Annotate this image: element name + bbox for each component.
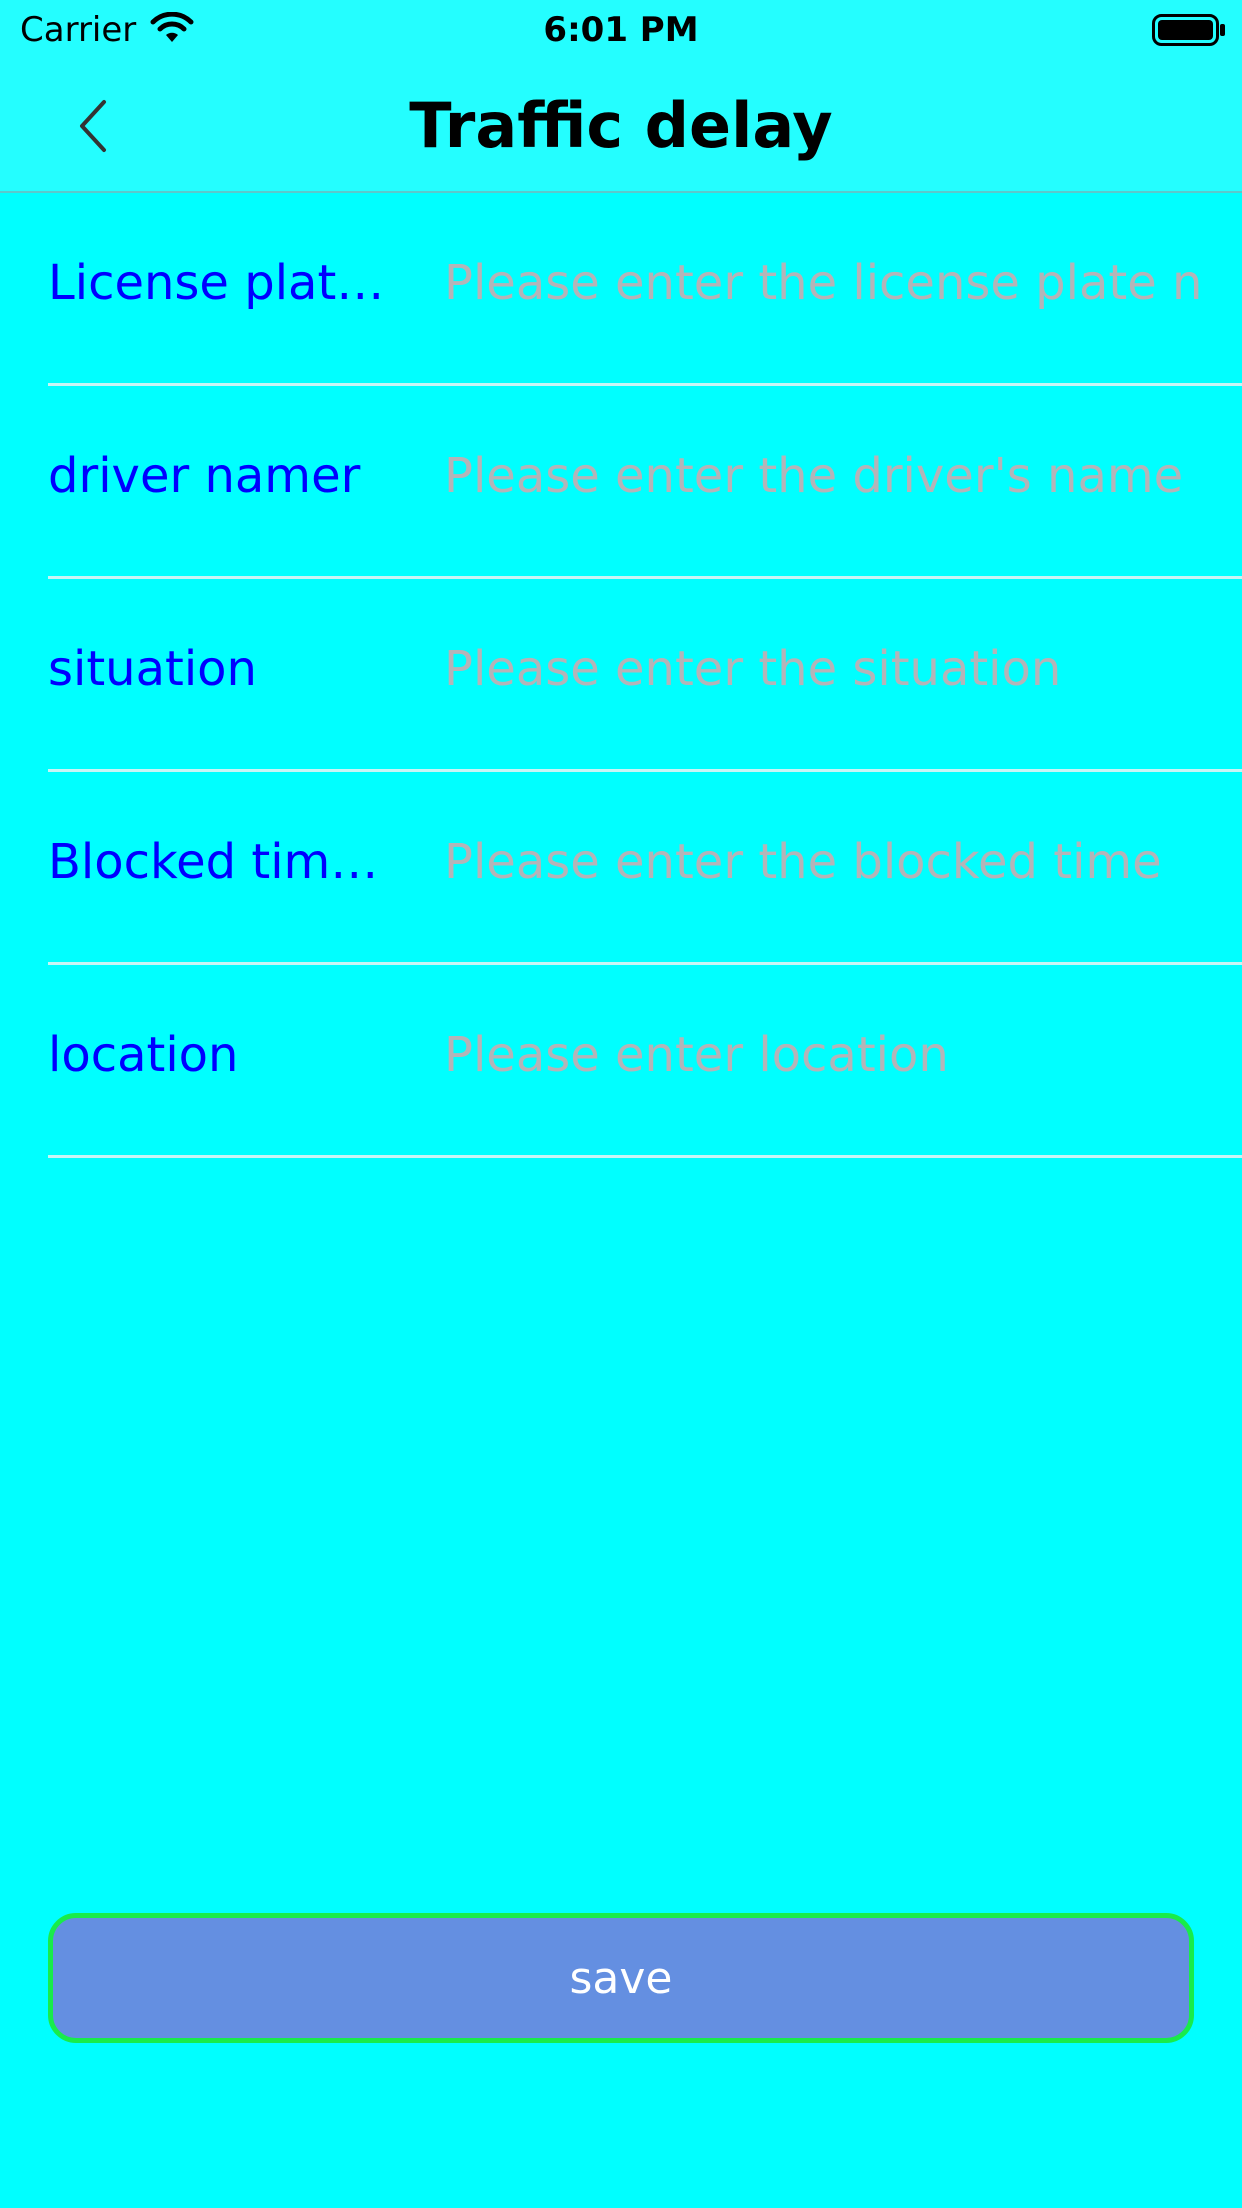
battery-full-icon	[1152, 14, 1226, 46]
form-row-location: location	[48, 965, 1242, 1158]
situation-label: situation	[48, 641, 257, 697]
page-title: Traffic delay	[409, 89, 833, 162]
status-time: 6:01 PM	[543, 10, 699, 50]
driver-name-input[interactable]	[444, 442, 1242, 510]
location-input[interactable]	[444, 1021, 1242, 1089]
save-button[interactable]: save	[48, 1913, 1194, 2043]
form-row-blocked-time: Blocked tim…	[48, 772, 1242, 965]
traffic-delay-form: License plat… driver namer situation Blo…	[0, 193, 1242, 1158]
license-plate-input[interactable]	[444, 249, 1242, 317]
location-label: location	[48, 1027, 239, 1083]
blocked-time-input[interactable]	[444, 828, 1242, 896]
navigation-bar: Traffic delay	[0, 60, 1242, 193]
situation-input[interactable]	[444, 635, 1242, 703]
form-row-situation: situation	[48, 579, 1242, 772]
app-screen: Carrier 6:01 PM Traffic delay License pl…	[0, 0, 1242, 2208]
status-bar: Carrier 6:01 PM	[0, 0, 1242, 60]
driver-name-label: driver namer	[48, 448, 361, 504]
blocked-time-label: Blocked tim…	[48, 834, 379, 890]
license-plate-label: License plat…	[48, 255, 385, 311]
form-row-license-plate: License plat…	[48, 193, 1242, 386]
form-row-driver-name: driver namer	[48, 386, 1242, 579]
